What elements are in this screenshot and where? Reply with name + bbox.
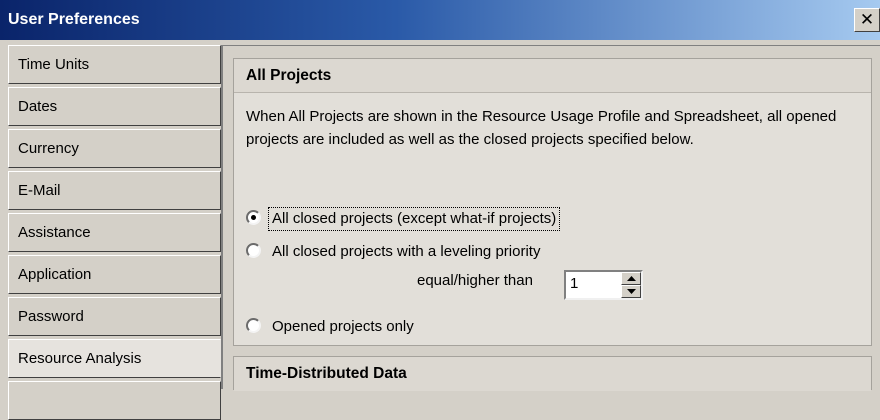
radio-button[interactable]	[246, 210, 261, 225]
sidebar-item-label: Dates	[18, 98, 58, 115]
sidebar-item-currency[interactable]: Currency	[8, 129, 221, 168]
preferences-sidebar: Time Units Dates Currency E-Mail Assista…	[8, 45, 221, 420]
radio-button[interactable]	[246, 318, 261, 333]
sidebar-item-label: Currency	[18, 140, 79, 157]
priority-value[interactable]: 1	[570, 275, 578, 292]
all-projects-group: All Projects When All Projects are shown…	[233, 58, 872, 346]
radio-selected-dot	[251, 215, 256, 220]
close-icon: ✕	[859, 10, 875, 29]
sidebar-item-label: Application	[18, 266, 92, 283]
sidebar-item-label: Password	[18, 308, 84, 325]
sidebar-item-application[interactable]: Application	[8, 255, 221, 294]
sidebar-item-password[interactable]: Password	[8, 297, 221, 336]
preferences-content: All Projects When All Projects are shown…	[221, 45, 880, 391]
time-distributed-group: Time-Distributed Data	[233, 356, 872, 391]
time-distributed-header: Time-Distributed Data	[234, 357, 871, 391]
arrow-down-icon	[627, 289, 636, 294]
spin-down-button[interactable]	[621, 285, 641, 298]
sidebar-item-label: E-Mail	[18, 182, 61, 199]
sidebar-item-next[interactable]	[8, 381, 221, 420]
sidebar-item-resource-analysis[interactable]: Resource Analysis	[8, 339, 221, 378]
radio-label: All closed projects (except what-if proj…	[268, 207, 561, 231]
close-button[interactable]: ✕	[854, 8, 880, 32]
all-projects-header: All Projects	[234, 59, 871, 93]
sidebar-item-dates[interactable]: Dates	[8, 87, 221, 126]
priority-stepper[interactable]: 1	[564, 270, 643, 300]
window-title: User Preferences	[8, 11, 140, 28]
radio-label: All closed projects with a leveling prio…	[272, 243, 541, 260]
sidebar-item-label: Resource Analysis	[18, 350, 142, 367]
sidebar-item-label: Assistance	[18, 224, 91, 241]
sidebar-item-label: Time Units	[18, 56, 90, 73]
sidebar-item-assistance[interactable]: Assistance	[8, 213, 221, 252]
spin-up-button[interactable]	[621, 272, 641, 285]
arrow-up-icon	[627, 276, 636, 281]
sidebar-item-email[interactable]: E-Mail	[8, 171, 221, 210]
radio-label: Opened projects only	[272, 318, 414, 335]
sidebar-item-time-units[interactable]: Time Units	[8, 45, 221, 84]
all-projects-description: When All Projects are shown in the Resou…	[246, 108, 837, 148]
title-bar: User Preferences ✕	[0, 0, 880, 40]
radio-button[interactable]	[246, 243, 261, 258]
priority-label: equal/higher than	[417, 272, 533, 289]
